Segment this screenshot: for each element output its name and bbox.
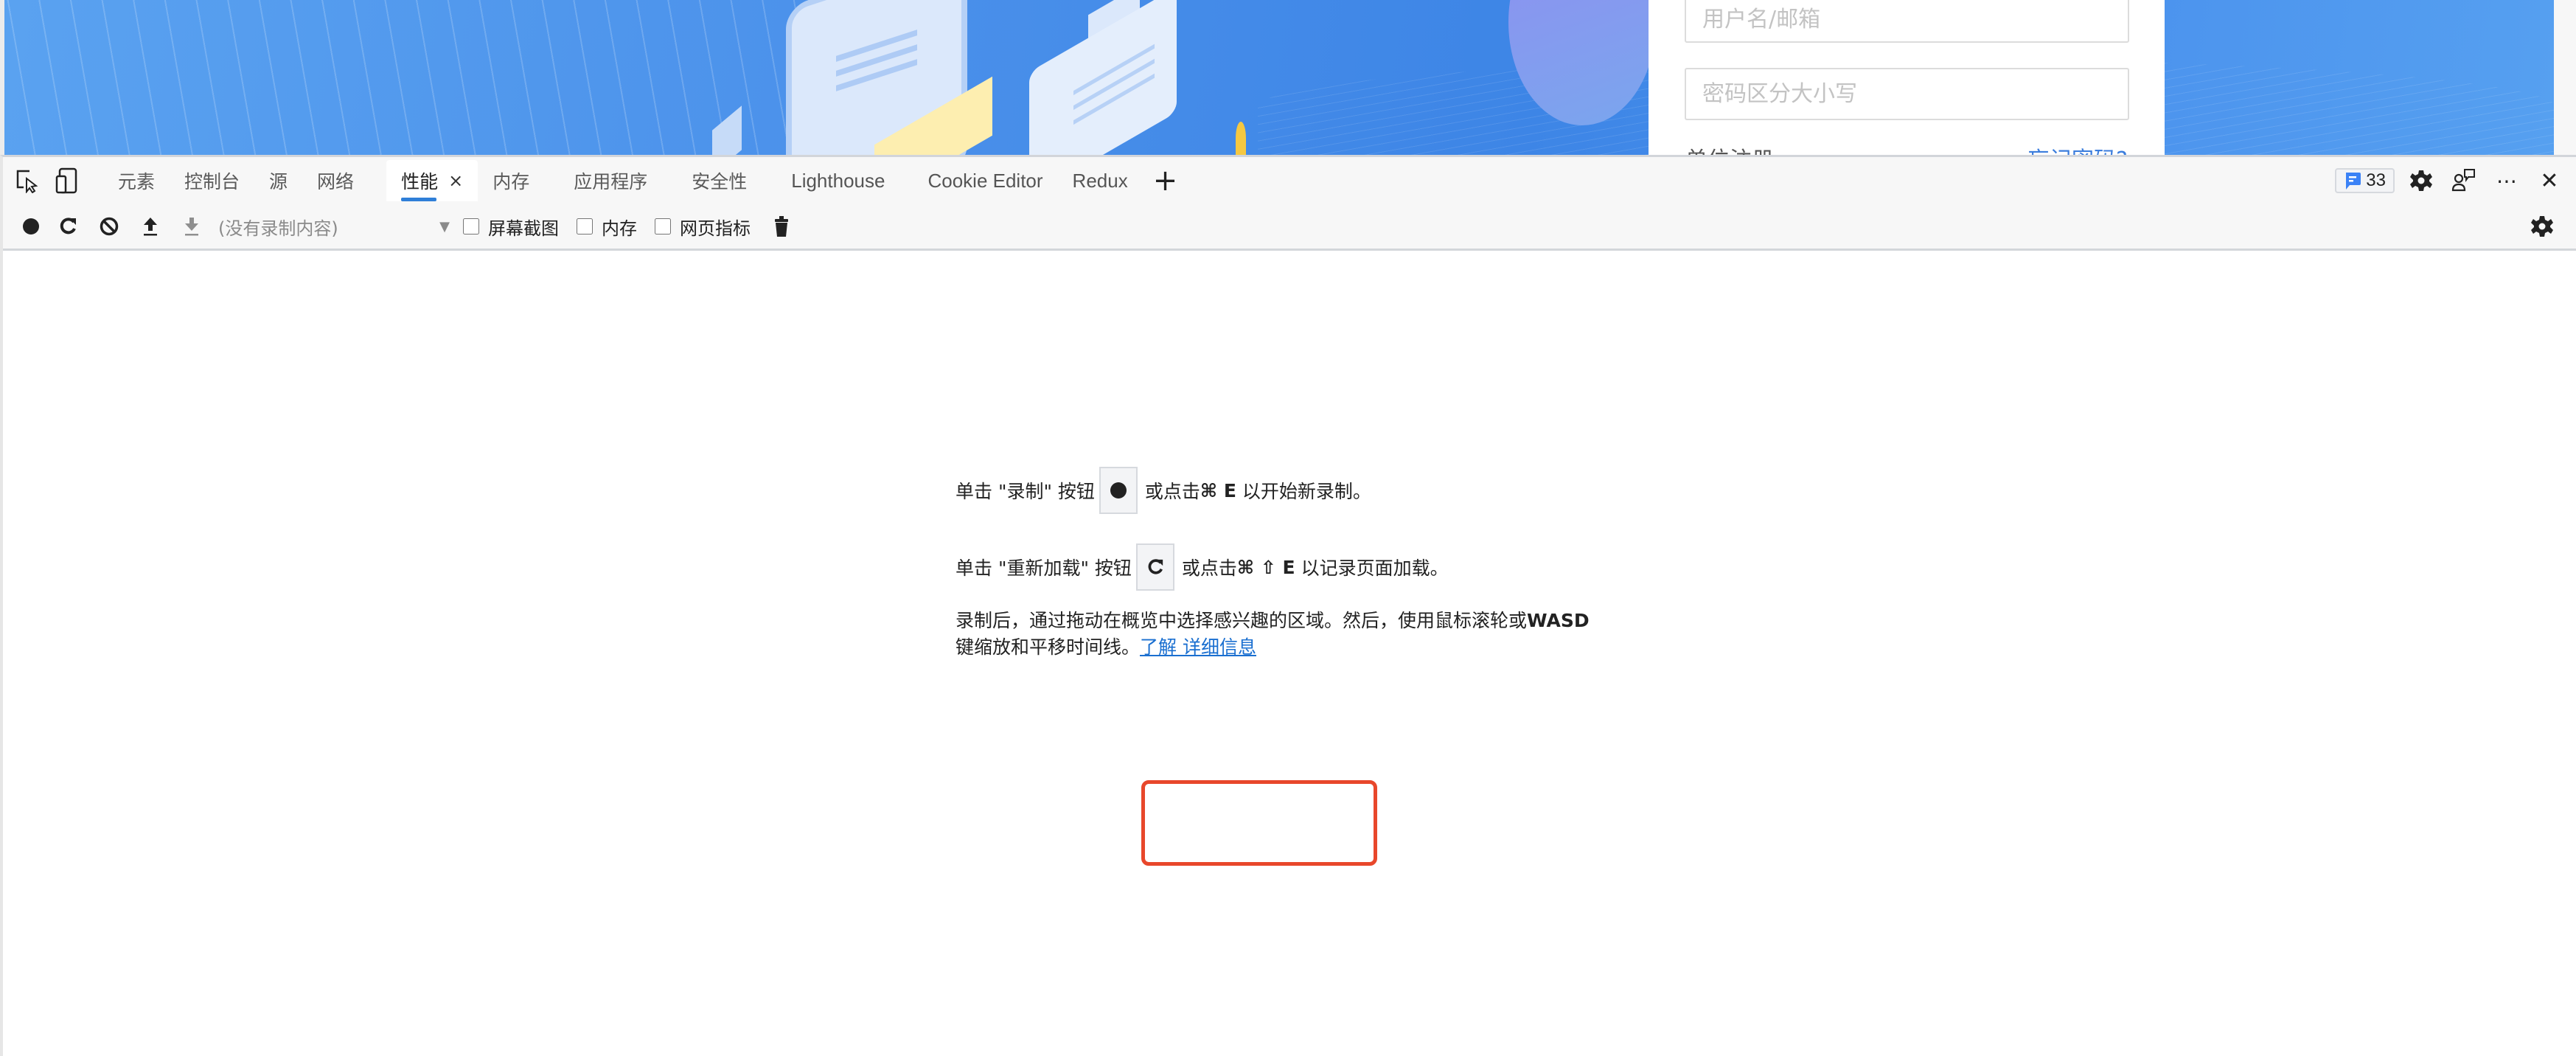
active-tab-indicator — [401, 198, 437, 201]
tab-label: 控制台 — [184, 171, 240, 192]
record-button[interactable] — [15, 210, 47, 243]
instruction-text: 单击 "录制" 按钮 — [955, 481, 1095, 502]
reload-icon — [60, 218, 76, 235]
reload-shortcut: ⌘ ⇧ E — [1236, 556, 1295, 578]
login-card: 单位注册 忘记密码? — [1649, 0, 2165, 155]
tab-network[interactable]: 网络 — [302, 160, 369, 201]
tab-lighthouse[interactable]: Lighthouse — [776, 160, 899, 201]
upload-icon — [144, 218, 157, 236]
record-instruction: 单击 "录制" 按钮 或点击 ⌘ E 以开始新录制。 — [955, 465, 1656, 516]
clear-icon — [100, 217, 119, 236]
garbage-collect-button[interactable] — [761, 210, 802, 243]
reload-instruction: 单击 "重新加载" 按钮 或点击 ⌘ ⇧ E 以记录页面加载。 — [955, 541, 1656, 593]
learn-more-link[interactable]: 了解 详细信息 — [1140, 636, 1256, 658]
page-scrollbar[interactable] — [2554, 0, 2576, 155]
memory-checkbox[interactable]: 内存 — [577, 214, 637, 240]
issues-count: 33 — [2366, 170, 2386, 190]
tab-label: 内存 — [492, 171, 530, 192]
close-tab-icon[interactable]: × — [448, 170, 463, 191]
instruction-text: 键缩放和平移时间线。 — [955, 636, 1141, 658]
issues-badge[interactable]: 33 — [2335, 168, 2395, 193]
checkbox-label: 屏幕截图 — [488, 218, 559, 239]
record-icon — [23, 218, 39, 235]
record-icon — [1110, 482, 1127, 499]
instruction-text: 或点击 — [1181, 557, 1237, 579]
tab-elements[interactable]: 元素 — [103, 160, 170, 201]
username-input[interactable] — [1685, 0, 2129, 43]
tab-memory[interactable]: 内存 — [478, 160, 544, 201]
tab-label: 安全性 — [692, 171, 748, 192]
recording-select[interactable]: (没有录制内容) ▼ — [218, 212, 454, 241]
close-devtools-icon[interactable]: ✕ — [2533, 164, 2566, 197]
instruction-text: 以开始新录制。 — [1242, 481, 1371, 502]
inspect-element-icon[interactable] — [10, 164, 43, 197]
forgot-password-link[interactable]: 忘记密码? — [2027, 142, 2128, 155]
wasd-keys: WASD — [1527, 610, 1590, 631]
devtools-tabbar: 元素 控制台 源 网络 性能 × 内存 应用程序 安全性 Lighthouse … — [3, 157, 2576, 206]
tab-label: 网络 — [317, 171, 355, 192]
issues-icon — [2346, 173, 2361, 190]
trash-icon — [775, 216, 788, 237]
web-vitals-checkbox-input[interactable] — [655, 218, 671, 235]
instruction-text: 单击 "重新加载" 按钮 — [955, 557, 1132, 579]
illustration-rocket — [1236, 122, 1246, 155]
tab-security[interactable]: 安全性 — [677, 160, 762, 201]
memory-checkbox-input[interactable] — [577, 218, 593, 235]
performance-landing-message: 单击 "录制" 按钮 或点击 ⌘ E 以开始新录制。 单击 "重新加载" 按钮 … — [955, 465, 1656, 661]
tabbar-actions: 33 ⋯ ✕ — [2335, 164, 2576, 197]
screenshots-checkbox-input[interactable] — [463, 218, 479, 235]
load-profile-button[interactable] — [130, 210, 171, 243]
capture-settings-gear-icon[interactable] — [2521, 210, 2563, 243]
web-page-background: 单位注册 忘记密码? — [0, 0, 2576, 155]
clear-button[interactable] — [88, 210, 130, 243]
settings-gear-icon[interactable] — [2405, 164, 2437, 197]
tab-application[interactable]: 应用程序 — [559, 160, 662, 201]
tab-label: Cookie Editor — [927, 169, 1043, 192]
timeline-instruction: 录制后，通过拖动在概览中选择感兴趣的区域。然后，使用鼠标滚轮或WASD 键缩放和… — [955, 608, 1619, 661]
instruction-text: 以记录页面加载。 — [1301, 557, 1449, 579]
recording-select-value: (没有录制内容) — [218, 218, 338, 239]
tab-cookie-editor[interactable]: Cookie Editor — [913, 160, 1057, 201]
password-input[interactable] — [1685, 68, 2129, 120]
instruction-text: 录制后，通过拖动在概览中选择感兴趣的区域。然后，使用鼠标滚轮或 — [955, 610, 1528, 631]
inline-record-button[interactable] — [1099, 467, 1138, 514]
tab-label: Redux — [1072, 169, 1128, 192]
device-toolbar-icon[interactable] — [50, 164, 83, 197]
more-options-icon[interactable]: ⋯ — [2490, 164, 2523, 197]
tab-console[interactable]: 控制台 — [170, 160, 254, 201]
checkbox-label: 网页指标 — [680, 218, 751, 239]
download-icon — [185, 218, 198, 236]
inline-reload-button[interactable] — [1135, 543, 1174, 591]
tab-sources[interactable]: 源 — [254, 160, 302, 201]
reload-icon — [1148, 559, 1163, 574]
tab-label: 元素 — [118, 171, 156, 192]
tab-label: 性能 — [401, 171, 439, 192]
hero-banner — [4, 0, 2554, 155]
tab-redux[interactable]: Redux — [1058, 160, 1143, 201]
tab-label: 应用程序 — [574, 171, 648, 192]
tab-label: 源 — [269, 171, 288, 192]
banner-line-pattern — [4, 0, 815, 155]
save-profile-button[interactable] — [171, 210, 212, 243]
screenshots-checkbox[interactable]: 屏幕截图 — [463, 214, 559, 240]
instruction-text: 或点击 — [1144, 481, 1200, 502]
performance-toolbar: (没有录制内容) ▼ 屏幕截图 内存 网页指标 — [3, 204, 2576, 251]
checkbox-label: 内存 — [602, 218, 637, 239]
tab-label: Lighthouse — [791, 169, 885, 192]
add-tab-icon[interactable]: + — [1143, 166, 1188, 195]
web-vitals-checkbox[interactable]: 网页指标 — [655, 214, 751, 240]
reload-record-button[interactable] — [47, 210, 88, 243]
record-shortcut: ⌘ E — [1200, 479, 1236, 501]
feedback-icon[interactable] — [2448, 164, 2480, 197]
dropdown-arrow-icon: ▼ — [439, 218, 450, 235]
tab-performance[interactable]: 性能 × — [386, 160, 478, 201]
register-link[interactable]: 单位注册 — [1685, 142, 1774, 155]
